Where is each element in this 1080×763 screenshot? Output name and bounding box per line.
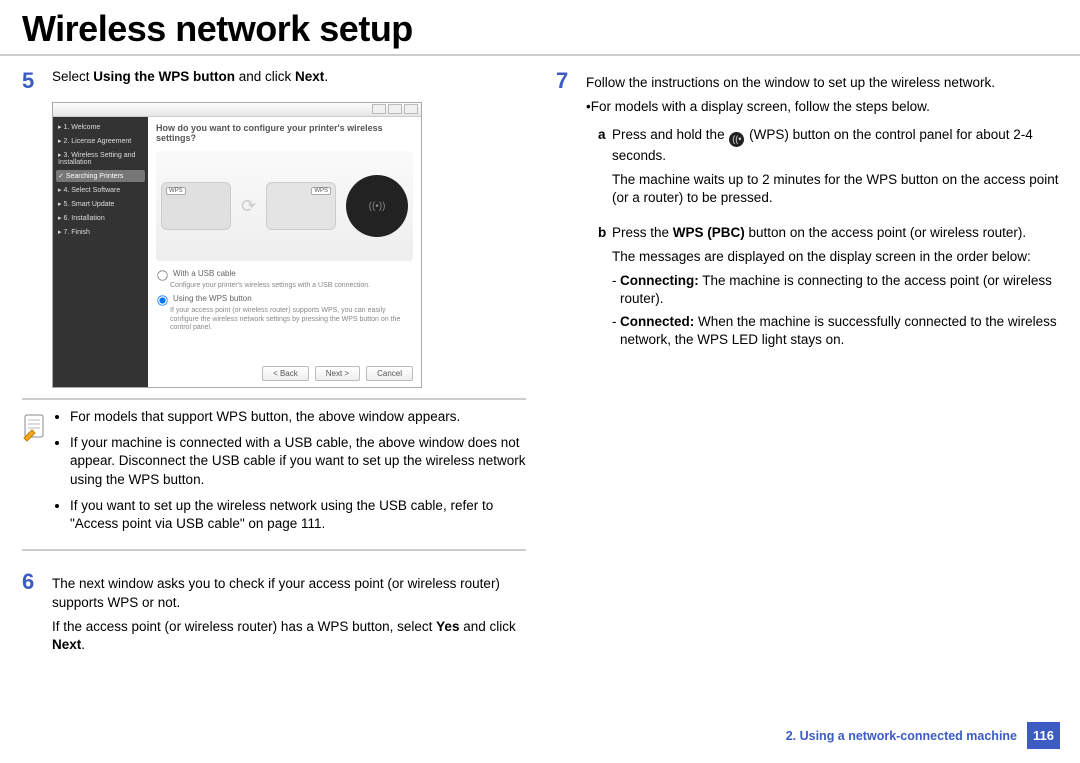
- option-wps: Using the WPS button: [156, 294, 413, 307]
- content-columns: 5 Select Using the WPS button and click …: [0, 56, 1080, 670]
- substep-a: a Press and hold the ((• (WPS) button on…: [598, 126, 1060, 213]
- dash-body: Connecting: The machine is connecting to…: [620, 272, 1060, 308]
- text-bold: Next: [52, 637, 81, 652]
- text-bold: Next: [295, 69, 324, 84]
- minimize-icon: [372, 104, 386, 114]
- text: .: [324, 69, 328, 84]
- right-column: 7 Follow the instructions on the window …: [556, 68, 1060, 670]
- step-text: The next window asks you to check if you…: [52, 569, 526, 660]
- sync-arrows-icon: ⟳: [241, 196, 256, 217]
- substep-mark: a: [598, 126, 612, 213]
- text: .: [81, 637, 85, 652]
- dash-item: - Connected: When the machine is success…: [612, 313, 1060, 349]
- note-bullet: For models that support WPS button, the …: [70, 408, 526, 426]
- installer-body: 1. Welcome 2. License Agreement 3. Wirel…: [53, 117, 421, 387]
- step-6: 6 The next window asks you to check if y…: [22, 569, 526, 660]
- text: If the access point (or wireless router)…: [52, 619, 436, 634]
- side-item: 5. Smart Update: [56, 198, 145, 210]
- installer-buttons: < Back Next > Cancel: [156, 360, 413, 381]
- step-number: 7: [556, 68, 586, 353]
- note-list: For models that support WPS button, the …: [56, 408, 526, 541]
- side-item: 3. Wireless Setting and Installation: [56, 149, 145, 168]
- option-usb: With a USB cable: [156, 269, 413, 282]
- maximize-icon: [388, 104, 402, 114]
- paragraph: Follow the instructions on the window to…: [586, 74, 1060, 92]
- installer-window: 1. Welcome 2. License Agreement 3. Wirel…: [52, 102, 422, 388]
- step-5: 5 Select Using the WPS button and click …: [22, 68, 526, 92]
- paragraph: The messages are displayed on the displa…: [612, 248, 1060, 266]
- substep-b: b Press the WPS (PBC) button on the acce…: [598, 224, 1060, 353]
- paragraph: The next window asks you to check if you…: [52, 575, 526, 611]
- paragraph: The machine waits up to 2 minutes for th…: [612, 171, 1060, 207]
- text: Select: [52, 69, 93, 84]
- page-title: Wireless network setup: [0, 0, 1080, 56]
- substep-body: Press and hold the ((• (WPS) button on t…: [612, 126, 1060, 213]
- side-item: 1. Welcome: [56, 121, 145, 133]
- wps-icon: ((•: [729, 132, 744, 147]
- note-block: For models that support WPS button, the …: [22, 398, 526, 551]
- option-label: Using the WPS button: [173, 294, 252, 304]
- installer-sidebar: 1. Welcome 2. License Agreement 3. Wirel…: [53, 117, 148, 387]
- back-button[interactable]: < Back: [262, 366, 309, 381]
- page-footer: 2. Using a network-connected machine 116: [786, 722, 1060, 749]
- note-bullet: If your machine is connected with a USB …: [70, 434, 526, 489]
- text: and click: [235, 69, 295, 84]
- text: Press the: [612, 225, 673, 240]
- option-label: With a USB cable: [173, 269, 236, 279]
- dash-item: - Connecting: The machine is connecting …: [612, 272, 1060, 308]
- footer-chapter: 2. Using a network-connected machine: [786, 729, 1017, 743]
- text-bold: Connected:: [620, 314, 694, 329]
- dash-body: Connected: When the machine is successfu…: [620, 313, 1060, 349]
- note-bullet: If you want to set up the wireless netwo…: [70, 497, 526, 533]
- text: and click: [459, 619, 515, 634]
- radio-wps[interactable]: [157, 296, 167, 306]
- substep-body: Press the WPS (PBC) button on the access…: [612, 224, 1060, 353]
- text-bold: Connecting:: [620, 273, 699, 288]
- device-printer: WPS: [266, 182, 336, 230]
- dash-mark: -: [612, 313, 620, 349]
- step-text: Follow the instructions on the window to…: [586, 68, 1060, 353]
- text-bold: Yes: [436, 619, 459, 634]
- wps-badge: WPS: [311, 187, 331, 195]
- text: Press and hold the: [612, 127, 728, 142]
- side-item: 2. License Agreement: [56, 135, 145, 147]
- option-desc: Configure your printer's wireless settin…: [170, 282, 413, 290]
- note-icon: [22, 408, 56, 541]
- side-item: 4. Select Software: [56, 184, 145, 196]
- installer-main: How do you want to configure your printe…: [148, 117, 421, 387]
- text: button on the access point (or wireless …: [745, 225, 1026, 240]
- installer-illustration: WPS ⟳ WPS ((•)): [156, 151, 413, 261]
- paragraph: If the access point (or wireless router)…: [52, 618, 526, 654]
- dash-mark: -: [612, 272, 620, 308]
- step-7: 7 Follow the instructions on the window …: [556, 68, 1060, 353]
- side-item: 6. Installation: [56, 212, 145, 224]
- cancel-button[interactable]: Cancel: [366, 366, 413, 381]
- left-column: 5 Select Using the WPS button and click …: [22, 68, 526, 670]
- side-item-active: Searching Printers: [56, 170, 145, 182]
- step-text: Select Using the WPS button and click Ne…: [52, 68, 526, 92]
- option-desc: If your access point (or wireless router…: [170, 307, 413, 332]
- router-disk-icon: ((•)): [346, 175, 408, 237]
- radio-usb[interactable]: [157, 270, 167, 280]
- installer-question: How do you want to configure your printe…: [156, 123, 413, 143]
- step-number: 6: [22, 569, 52, 660]
- window-titlebar: [53, 103, 421, 117]
- text-bold: Using the WPS button: [93, 69, 235, 84]
- sub-bullet: •For models with a display screen, follo…: [586, 98, 1060, 116]
- substep-mark: b: [598, 224, 612, 353]
- wps-badge: WPS: [166, 187, 186, 195]
- side-item: 7. Finish: [56, 226, 145, 238]
- step-number: 5: [22, 68, 52, 92]
- text-bold: WPS (PBC): [673, 225, 745, 240]
- close-icon: [404, 104, 418, 114]
- footer-page-number: 116: [1027, 722, 1060, 749]
- device-left: WPS: [161, 182, 231, 230]
- next-button[interactable]: Next >: [315, 366, 360, 381]
